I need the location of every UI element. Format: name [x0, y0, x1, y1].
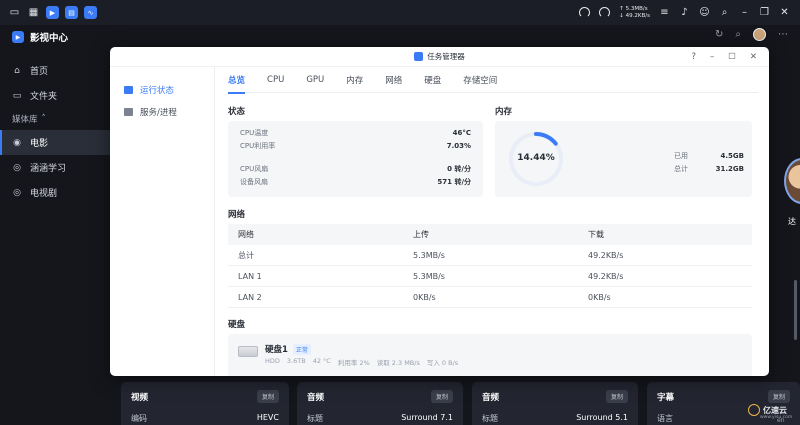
disk-panel: 硬盘1 正常 HDD 3.6TB 42 °C 利用率 2% 读取 2.3 MB/… [228, 334, 752, 376]
help-icon[interactable]: ? [691, 52, 696, 62]
list-icon [124, 108, 133, 116]
tv-icon: ◎ [13, 187, 21, 198]
window-titlebar[interactable]: 任务管理器 [110, 47, 769, 67]
list-icon[interactable]: ≡ [659, 7, 670, 18]
media-card-audio-1: 音频 复制 标题 Surround 7.1 [297, 382, 463, 425]
kv-mem-total: 总计 31.2GB [674, 164, 744, 173]
close-icon[interactable]: ✕ [750, 52, 757, 62]
os-taskbar: ▭ ▦ ▶ ▤ ∿ ↑ 5.3MB/s ↓ 49.2KB/s ≡ ♪ ☺ ⌕ –… [0, 0, 800, 25]
sidebar-item-folder[interactable]: ▭ 文件夹 [0, 83, 110, 108]
tab-memory[interactable]: 内存 [346, 67, 363, 93]
memory-percent: 14.44% [517, 153, 555, 163]
network-title: 网络 [228, 210, 246, 220]
sidebar-item-study[interactable]: ◎ 涵涵学习 [0, 155, 110, 180]
app-title: ▶ 影视中心 [12, 30, 68, 44]
app-menu-icon[interactable]: ⋯ [778, 29, 788, 40]
kv-cpu-temp: CPU温度 46°C [240, 128, 471, 137]
film-icon: ◉ [13, 137, 21, 148]
tab-storage[interactable]: 存储空间 [463, 67, 497, 93]
os-download-speed: ↓ 49.2KB/s [619, 12, 650, 19]
disk-header: 硬盘1 正常 [265, 343, 311, 355]
disk-title: 硬盘 [228, 320, 246, 330]
copy-button[interactable]: 复制 [605, 390, 628, 403]
window-main: 总览 CPU GPU 内存 网络 硬盘 存储空间 状态 CPU温度 46°C CP… [228, 67, 758, 376]
task-manager-app-icon[interactable]: ▤ [65, 6, 78, 19]
video-app-icon[interactable]: ▶ [46, 6, 59, 19]
user-icon[interactable]: ☺ [699, 7, 710, 18]
avatar[interactable] [753, 28, 766, 41]
sidebar-item-movies[interactable]: ◉ 电影 [0, 130, 110, 155]
minimize-icon[interactable]: – [739, 7, 750, 18]
kv-cpu-usage: CPU利用率 7.03% [240, 141, 471, 150]
network-table: 网络 上传 下载 总计 5.3MB/s 49.2KB/s LAN 1 5.3MB/s 4… [228, 224, 752, 308]
status-title: 状态 [228, 107, 246, 117]
media-card-video: 视频 复制 编码 HEVC [121, 382, 289, 425]
memory-stats: 已用 4.5GB 总计 31.2GB [674, 149, 744, 175]
status-panel: CPU温度 46°C CPU利用率 7.03% CPU风扇 0 转/分 设备风扇 571… [228, 121, 483, 197]
tab-network[interactable]: 网络 [385, 67, 402, 93]
network-gauge-icon[interactable] [599, 7, 611, 18]
copy-button[interactable]: 复制 [767, 390, 790, 403]
kv-device-fan: 设备风扇 571 转/分 [240, 177, 471, 186]
kv-cpu-fan: CPU风扇 0 转/分 [240, 164, 471, 173]
net-speed-readout: ↑ 5.3MB/s ↓ 49.2KB/s [619, 6, 650, 20]
window-title: 任务管理器 [427, 52, 465, 61]
memory-title: 内存 [495, 107, 513, 117]
app-header-icons: ↻ ⌕ ⋯ [715, 28, 788, 41]
desktop-icon[interactable]: ▭ [8, 6, 21, 19]
sidebar-section-library[interactable]: 媒体库 ˄ [0, 108, 110, 130]
resource-gauge-icon[interactable] [579, 7, 591, 18]
table-row: LAN 1 5.3MB/s 49.2KB/s [228, 266, 752, 287]
actor-name: 达 [788, 217, 796, 226]
minimize-icon[interactable]: – [710, 52, 714, 62]
window-controls: ? – ☐ ✕ [691, 52, 757, 62]
watermark-icon [748, 404, 760, 416]
memory-panel: 14.44% 已用 4.5GB 总计 31.2GB [495, 121, 752, 197]
restore-icon[interactable]: ❐ [759, 7, 770, 18]
disk-details: HDD 3.6TB 42 °C 利用率 2% 读取 2.3 MB/s 写入 0 … [265, 357, 459, 367]
close-icon[interactable]: ✕ [779, 7, 790, 18]
disk-name: 硬盘1 [265, 345, 288, 355]
table-row: LAN 2 0KB/s 0KB/s [228, 287, 752, 308]
maximize-icon[interactable]: ☐ [728, 52, 736, 62]
folder-icon: ▭ [12, 90, 22, 101]
menu-item-run-status[interactable]: 运行状态 [110, 79, 214, 101]
refresh-icon[interactable]: ↻ [715, 29, 723, 40]
actor-avatar[interactable] [784, 158, 800, 204]
search-icon[interactable]: ⌕ [719, 7, 730, 18]
monitor-app-icon[interactable]: ∿ [84, 6, 97, 19]
app-title-text: 影视中心 [30, 33, 69, 44]
copy-button[interactable]: 复制 [430, 390, 453, 403]
sidebar-item-tv[interactable]: ◎ 电视剧 [0, 180, 110, 205]
menu-item-services[interactable]: 服务/进程 [110, 101, 214, 123]
app-sidebar: ⌂ 首页 ▭ 文件夹 媒体库 ˄ ◉ 电影 ◎ 涵涵学习 ◎ 电视剧 [0, 58, 110, 205]
chart-icon [124, 86, 133, 94]
window-sidebar: 运行状态 服务/进程 [110, 67, 215, 376]
table-header: 网络 上传 下载 [228, 224, 752, 245]
reel-icon: ◎ [13, 162, 21, 173]
task-manager-window: 任务管理器 ? – ☐ ✕ 运行状态 服务/进程 总览 CPU GPU 内存 网… [110, 47, 769, 376]
kv-mem-used: 已用 4.5GB [674, 151, 744, 160]
bell-icon[interactable]: ♪ [679, 7, 690, 18]
tab-cpu[interactable]: CPU [267, 67, 284, 93]
copy-button[interactable]: 复制 [256, 390, 279, 403]
status-badge: 正常 [292, 343, 311, 355]
table-row: 总计 5.3MB/s 49.2KB/s [228, 245, 752, 266]
app-search-icon[interactable]: ⌕ [735, 29, 741, 40]
chevron-up-icon: ˄ [41, 114, 46, 124]
task-manager-icon [414, 52, 424, 61]
sidebar-item-home[interactable]: ⌂ 首页 [0, 58, 110, 83]
app-grid-icon[interactable]: ▦ [27, 6, 40, 19]
home-icon: ⌂ [14, 65, 20, 76]
lang-indicator: en [777, 417, 785, 424]
media-card-audio-2: 音频 复制 标题 Surround 5.1 [472, 382, 638, 425]
os-upload-speed: ↑ 5.3MB/s [619, 5, 648, 12]
tab-disk[interactable]: 硬盘 [424, 67, 441, 93]
tab-overview[interactable]: 总览 [228, 67, 246, 94]
tab-gpu[interactable]: GPU [306, 67, 324, 93]
tab-bar: 总览 CPU GPU 内存 网络 硬盘 存储空间 [228, 67, 758, 94]
hdd-icon [238, 346, 258, 357]
app-logo-icon: ▶ [12, 31, 24, 43]
scrollbar[interactable] [794, 280, 797, 340]
